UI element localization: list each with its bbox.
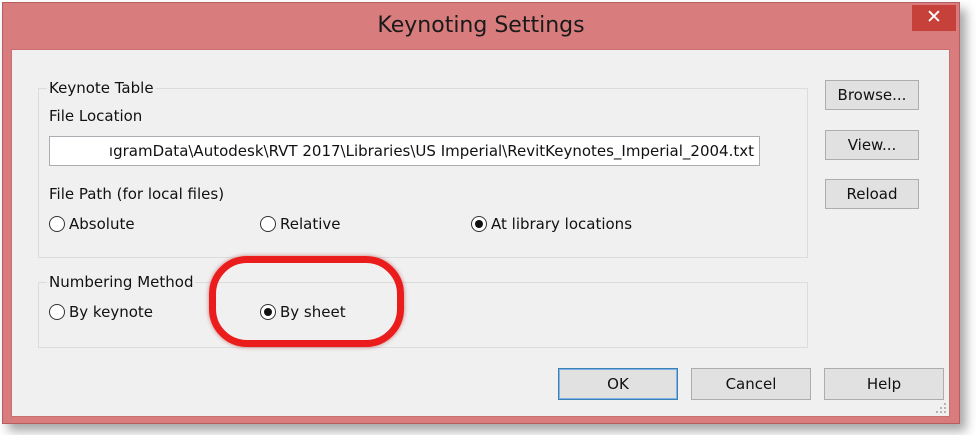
radio-at-library-locations-label: At library locations — [491, 215, 633, 233]
radio-at-library-locations[interactable]: At library locations — [471, 215, 632, 233]
file-path-label: File Path (for local files) — [49, 185, 225, 203]
radio-absolute-indicator — [49, 216, 65, 232]
file-location-label: File Location — [49, 107, 143, 125]
annotation-highlight-ellipse — [209, 256, 404, 347]
radio-selected-dot — [475, 220, 483, 228]
numbering-method-group: Numbering Method By keynote By sheet — [38, 273, 808, 348]
keynoting-settings-dialog: Keynoting Settings ✕ Keynote Table File … — [2, 2, 960, 424]
close-button[interactable]: ✕ — [912, 5, 956, 31]
resize-grip-icon[interactable] — [935, 402, 947, 414]
radio-by-keynote-indicator — [49, 304, 65, 320]
radio-by-keynote[interactable]: By keynote — [49, 303, 153, 321]
numbering-method-group-title: Numbering Method — [47, 273, 196, 291]
keynote-table-group: Keynote Table File Location ıgramData\Au… — [38, 79, 808, 258]
dialog-body: Keynote Table File Location ıgramData\Au… — [11, 49, 950, 417]
radio-relative-label: Relative — [280, 215, 341, 233]
ok-button[interactable]: OK — [558, 368, 678, 400]
radio-by-keynote-label: By keynote — [69, 303, 153, 321]
title-bar[interactable]: Keynoting Settings ✕ — [3, 3, 959, 49]
radio-relative[interactable]: Relative — [260, 215, 341, 233]
browse-button[interactable]: Browse... — [825, 80, 919, 110]
dialog-title: Keynoting Settings — [377, 13, 585, 38]
cancel-button[interactable]: Cancel — [691, 368, 811, 400]
radio-at-library-locations-indicator — [471, 216, 487, 232]
radio-absolute-label: Absolute — [69, 215, 135, 233]
file-location-value: ıgramData\Autodesk\RVT 2017\Libraries\US… — [108, 142, 754, 160]
help-button[interactable]: Help — [824, 368, 944, 400]
view-button[interactable]: View... — [825, 130, 919, 160]
radio-relative-indicator — [260, 216, 276, 232]
keynote-table-group-title: Keynote Table — [47, 79, 156, 97]
reload-button[interactable]: Reload — [825, 179, 919, 209]
radio-absolute[interactable]: Absolute — [49, 215, 135, 233]
file-location-input[interactable]: ıgramData\Autodesk\RVT 2017\Libraries\US… — [49, 136, 760, 166]
